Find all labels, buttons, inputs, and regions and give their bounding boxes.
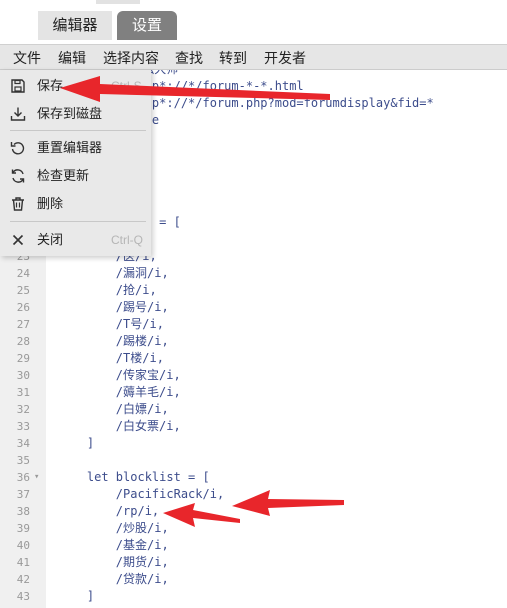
annotation-arrow bbox=[60, 76, 330, 102]
annotation-arrow bbox=[163, 503, 240, 527]
annotation-arrow bbox=[232, 490, 344, 516]
annotation-overlay bbox=[60, 76, 344, 527]
